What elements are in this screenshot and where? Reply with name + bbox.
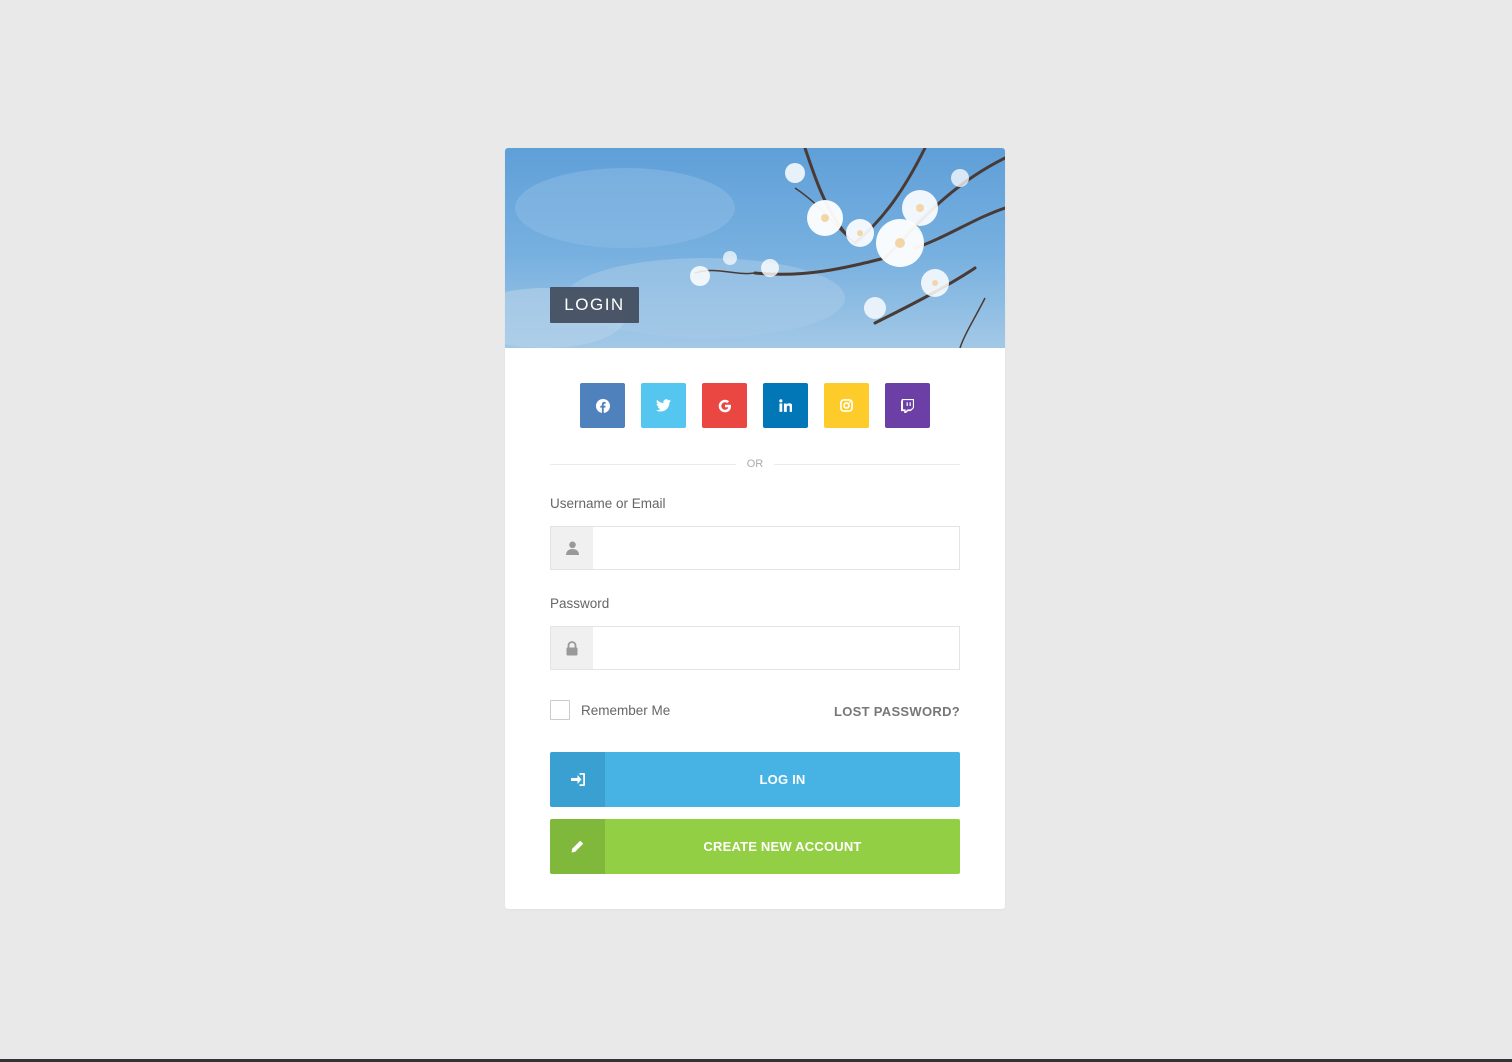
google-login-button[interactable] xyxy=(702,383,747,428)
divider-line-right xyxy=(774,464,960,465)
instagram-icon xyxy=(840,399,853,412)
instagram-login-button[interactable] xyxy=(824,383,869,428)
lock-icon xyxy=(551,627,593,669)
social-login-row xyxy=(580,383,930,428)
twitter-icon xyxy=(656,399,671,412)
header-banner-image: LOGIN xyxy=(505,148,1005,348)
remember-me[interactable]: Remember Me xyxy=(550,700,670,720)
password-label: Password xyxy=(550,596,610,611)
facebook-login-button[interactable] xyxy=(580,383,625,428)
twitch-icon xyxy=(901,398,914,413)
page-title: LOGIN xyxy=(550,287,639,323)
create-account-button[interactable]: CREATE NEW ACCOUNT xyxy=(550,819,960,874)
remember-me-label: Remember Me xyxy=(581,702,671,718)
login-button[interactable]: LOG IN xyxy=(550,752,960,807)
facebook-icon xyxy=(595,398,610,413)
or-divider: OR xyxy=(550,458,960,472)
username-input-group xyxy=(550,526,960,570)
google-icon xyxy=(718,399,731,412)
create-account-button-label: CREATE NEW ACCOUNT xyxy=(605,819,960,874)
username-label: Username or Email xyxy=(550,496,666,511)
login-button-label: LOG IN xyxy=(605,752,960,807)
linkedin-icon xyxy=(779,399,792,412)
remember-me-checkbox[interactable] xyxy=(550,700,570,720)
sign-in-icon xyxy=(550,752,605,807)
password-input-group xyxy=(550,626,960,670)
login-card: LOGIN OR Username or Email Password Reme… xyxy=(505,148,1005,909)
password-input[interactable] xyxy=(593,627,959,669)
user-icon xyxy=(551,527,593,569)
pencil-icon xyxy=(550,819,605,874)
linkedin-login-button[interactable] xyxy=(763,383,808,428)
twitter-login-button[interactable] xyxy=(641,383,686,428)
username-input[interactable] xyxy=(593,527,959,569)
lost-password-link[interactable]: LOST PASSWORD? xyxy=(834,704,960,719)
twitch-login-button[interactable] xyxy=(885,383,930,428)
